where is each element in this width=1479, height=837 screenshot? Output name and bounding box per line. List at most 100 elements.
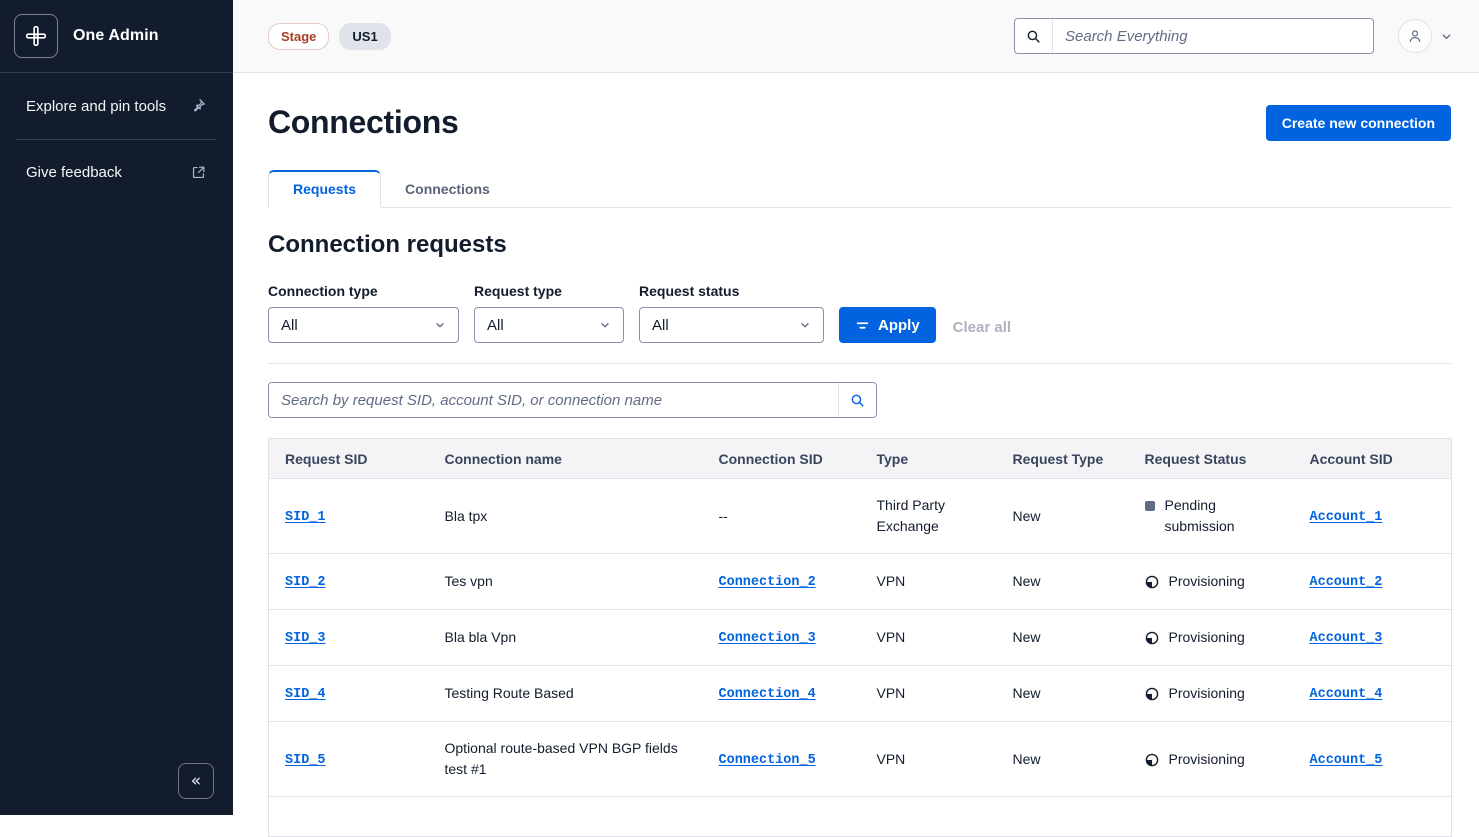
request-status-value: All xyxy=(652,317,669,334)
provisioning-pie-icon xyxy=(1145,687,1159,701)
section-title: Connection requests xyxy=(268,231,1451,259)
connection-sid-text: -- xyxy=(719,508,728,524)
sidebar-item-explore-and-pin-tools[interactable]: Explore and pin tools xyxy=(0,73,233,139)
request-type-text: New xyxy=(1013,629,1041,645)
account-sid-link[interactable]: Account_2 xyxy=(1310,575,1383,590)
connection-sid-link[interactable]: Connection_5 xyxy=(719,753,816,768)
request-type-text: New xyxy=(1013,573,1041,589)
request-type-label: Request type xyxy=(474,283,624,299)
connection-type-select[interactable]: All xyxy=(268,307,459,343)
chevron-down-icon xyxy=(434,319,446,331)
column-header-request-status: Request Status xyxy=(1129,439,1294,479)
external-link-icon xyxy=(190,164,207,181)
table-row: SID_5 Optional route-based VPN BGP field… xyxy=(269,722,1452,797)
connection-name-text: Bla tpx xyxy=(445,508,488,524)
page-title: Connections xyxy=(268,104,458,141)
request-sid-link[interactable]: SID_3 xyxy=(285,631,326,646)
account-sid-link[interactable]: Account_1 xyxy=(1310,510,1383,525)
connection-type-label: Connection type xyxy=(268,283,459,299)
provisioning-pie-icon xyxy=(1145,753,1159,767)
clear-all-button[interactable]: Clear all xyxy=(953,319,1011,336)
tab-connections[interactable]: Connections xyxy=(381,172,514,207)
sidebar-header: One Admin xyxy=(0,0,233,73)
app-title: One Admin xyxy=(73,27,159,45)
request-sid-link[interactable]: SID_2 xyxy=(285,575,326,590)
table-search-button[interactable] xyxy=(838,383,876,417)
request-sid-link[interactable]: SID_5 xyxy=(285,753,326,768)
search-icon xyxy=(849,392,866,409)
connection-sid-link[interactable]: Connection_4 xyxy=(719,687,816,702)
request-type-text: New xyxy=(1013,751,1041,767)
connection-requests-table: Request SID Connection name Connection S… xyxy=(268,438,1452,837)
create-new-connection-button[interactable]: Create new connection xyxy=(1266,105,1451,141)
table-body: SID_1 Bla tpx -- Third Party Exchange Ne… xyxy=(269,479,1452,837)
request-status-text: Provisioning xyxy=(1169,749,1245,770)
main-content: Connections Create new connection Reques… xyxy=(233,73,1479,815)
chevron-down-icon[interactable] xyxy=(1440,30,1453,43)
request-sid-link[interactable]: SID_1 xyxy=(285,510,326,525)
request-status-text: Provisioning xyxy=(1169,571,1245,592)
pending-square-icon xyxy=(1145,499,1155,511)
table-row: SID_3 Bla bla Vpn Connection_3 VPN New P… xyxy=(269,610,1452,666)
request-type-value: All xyxy=(487,317,504,334)
table-row: SID_4 Testing Route Based Connection_4 V… xyxy=(269,666,1452,722)
chevron-down-icon xyxy=(799,319,811,331)
request-status-label: Request status xyxy=(639,283,824,299)
connection-type-value: All xyxy=(281,317,298,334)
environment-badge: Stage xyxy=(268,23,329,50)
column-header-connection-sid: Connection SID xyxy=(703,439,861,479)
table-row: SID_1 Bla tpx -- Third Party Exchange Ne… xyxy=(269,479,1452,554)
connection-name-text: Tes vpn xyxy=(445,573,493,589)
connection-name-text: Optional route-based VPN BGP fields test… xyxy=(445,740,678,777)
column-header-account-sid: Account SID xyxy=(1294,439,1452,479)
column-header-request-sid: Request SID xyxy=(269,439,429,479)
one-admin-logo[interactable] xyxy=(14,14,58,58)
request-type-filter: Request type All xyxy=(474,283,624,343)
search-icon[interactable] xyxy=(1015,19,1053,53)
type-text: VPN xyxy=(877,629,906,645)
user-menu[interactable] xyxy=(1398,19,1453,53)
type-text: VPN xyxy=(877,685,906,701)
request-status-text: Provisioning xyxy=(1169,627,1245,648)
sidebar-collapse-button[interactable]: « xyxy=(178,763,214,799)
type-text: VPN xyxy=(877,573,906,589)
request-sid-link[interactable]: SID_4 xyxy=(285,687,326,702)
connection-name-text: Bla bla Vpn xyxy=(445,629,517,645)
column-header-request-type: Request Type xyxy=(997,439,1129,479)
request-status-select[interactable]: All xyxy=(639,307,824,343)
column-header-connection-name: Connection name xyxy=(429,439,703,479)
table-search-input[interactable] xyxy=(269,383,838,417)
sidebar: One Admin Explore and pin tools Give fee… xyxy=(0,0,233,815)
apply-label: Apply xyxy=(878,317,920,334)
table-row: SID_2 Tes vpn Connection_2 VPN New Provi… xyxy=(269,554,1452,610)
table-header-row: Request SID Connection name Connection S… xyxy=(269,439,1452,479)
table-row xyxy=(269,797,1452,837)
type-text: VPN xyxy=(877,751,906,767)
provisioning-pie-icon xyxy=(1145,631,1159,645)
account-sid-link[interactable]: Account_4 xyxy=(1310,687,1383,702)
region-badge: US1 xyxy=(339,23,390,50)
sidebar-item-label: Explore and pin tools xyxy=(26,98,166,115)
connection-sid-link[interactable]: Connection_3 xyxy=(719,631,816,646)
column-header-type: Type xyxy=(861,439,997,479)
global-search-input[interactable] xyxy=(1053,19,1373,53)
table-search xyxy=(268,382,877,418)
request-status-filter: Request status All xyxy=(639,283,824,343)
pin-icon xyxy=(189,97,207,115)
sidebar-item-label: Give feedback xyxy=(26,164,122,181)
type-text: Third Party Exchange xyxy=(877,497,945,534)
account-sid-link[interactable]: Account_5 xyxy=(1310,753,1383,768)
chevron-down-icon xyxy=(599,319,611,331)
apply-button[interactable]: Apply xyxy=(839,307,936,343)
filter-icon xyxy=(855,318,870,333)
request-status-text: Pending submission xyxy=(1165,495,1278,537)
request-type-text: New xyxy=(1013,508,1041,524)
topbar: Stage US1 xyxy=(233,0,1479,73)
request-type-select[interactable]: All xyxy=(474,307,624,343)
account-sid-link[interactable]: Account_3 xyxy=(1310,631,1383,646)
sidebar-item-give-feedback[interactable]: Give feedback xyxy=(0,140,233,205)
divider xyxy=(268,363,1451,364)
avatar[interactable] xyxy=(1398,19,1432,53)
tab-requests[interactable]: Requests xyxy=(268,170,381,208)
connection-sid-link[interactable]: Connection_2 xyxy=(719,575,816,590)
